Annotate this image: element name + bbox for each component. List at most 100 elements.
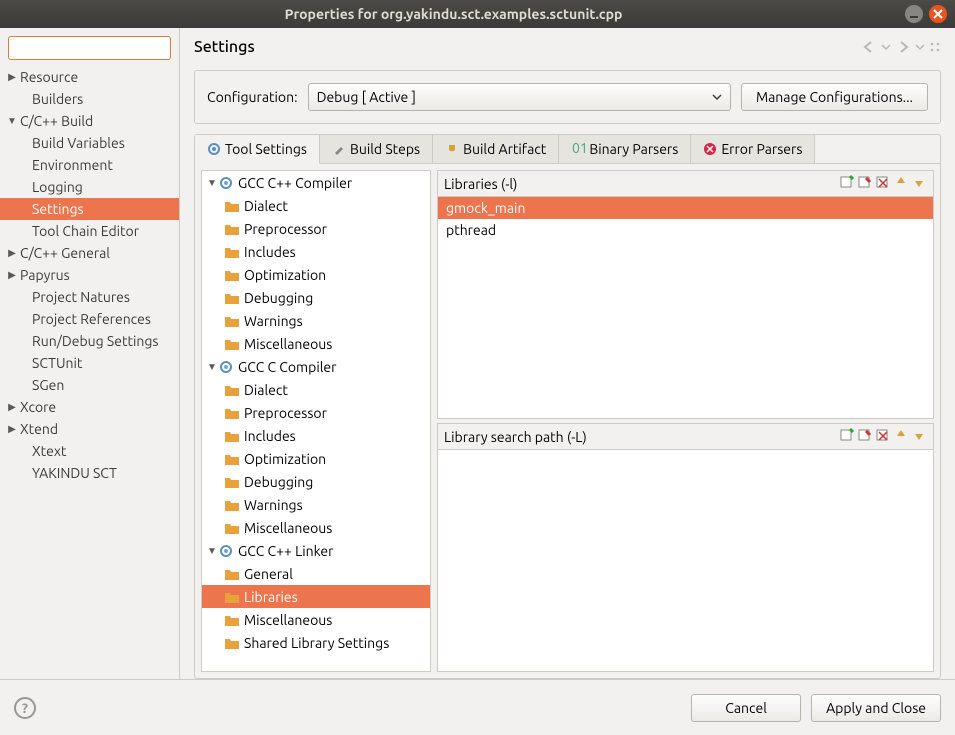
tree-item-dialect[interactable]: Dialect xyxy=(202,194,430,217)
list-item[interactable]: gmock_main xyxy=(438,197,933,219)
sidebar-item-label: Environment xyxy=(18,157,113,173)
nav-tree: ▶ResourceBuilders▼C/C++ BuildBuild Varia… xyxy=(0,66,179,671)
delete-icon[interactable] xyxy=(875,427,891,446)
add-icon[interactable] xyxy=(839,427,855,446)
forward-icon[interactable] xyxy=(895,40,911,54)
tool-settings-tree: ▼GCC C++ CompilerDialectPreprocessorIncl… xyxy=(201,170,431,672)
close-button[interactable] xyxy=(929,5,947,23)
move-up-icon[interactable] xyxy=(893,427,909,446)
sidebar-item-xtend[interactable]: ▶Xtend xyxy=(0,418,179,440)
tree-item-includes[interactable]: Includes xyxy=(202,424,430,447)
tree-item-miscellaneous[interactable]: Miscellaneous xyxy=(202,608,430,631)
tab-label: Tool Settings xyxy=(225,141,307,157)
filter-input[interactable] xyxy=(8,36,171,60)
apply-and-close-button[interactable]: Apply and Close xyxy=(811,694,941,722)
tab-build-artifact[interactable]: Build Artifact xyxy=(433,135,559,163)
tree-item-dialect[interactable]: Dialect xyxy=(202,378,430,401)
sidebar-item-label: Settings xyxy=(18,201,84,217)
sidebar-item-settings[interactable]: Settings xyxy=(0,198,179,220)
sidebar-item-tool-chain-editor[interactable]: Tool Chain Editor xyxy=(0,220,179,242)
sidebar-item-run-debug-settings[interactable]: Run/Debug Settings xyxy=(0,330,179,352)
sidebar-item-builders[interactable]: Builders xyxy=(0,88,179,110)
tree-item-gcc-c-compiler[interactable]: ▼GCC C++ Compiler xyxy=(202,171,430,194)
sidebar-item-xtext[interactable]: Xtext xyxy=(0,440,179,462)
sidebar-item-sgen[interactable]: SGen xyxy=(0,374,179,396)
tree-item-miscellaneous[interactable]: Miscellaneous xyxy=(202,332,430,355)
sidebar-item-sctunit[interactable]: SCTUnit xyxy=(0,352,179,374)
tree-item-label: Preprocessor xyxy=(244,405,327,421)
back-menu-icon[interactable] xyxy=(881,40,891,54)
minimize-button[interactable] xyxy=(905,5,923,23)
sidebar: ▶ResourceBuilders▼C/C++ BuildBuild Varia… xyxy=(0,28,180,679)
tree-item-includes[interactable]: Includes xyxy=(202,240,430,263)
tree-item-general[interactable]: General xyxy=(202,562,430,585)
tree-item-preprocessor[interactable]: Preprocessor xyxy=(202,217,430,240)
tree-item-debugging[interactable]: Debugging xyxy=(202,286,430,309)
sidebar-item-project-natures[interactable]: Project Natures xyxy=(0,286,179,308)
sidebar-item-label: SGen xyxy=(18,377,64,393)
add-icon[interactable] xyxy=(839,174,855,193)
forward-menu-icon[interactable] xyxy=(915,40,925,54)
sidebar-item-xcore[interactable]: ▶Xcore xyxy=(0,396,179,418)
tree-item-warnings[interactable]: Warnings xyxy=(202,493,430,516)
move-up-icon[interactable] xyxy=(893,174,909,193)
tree-item-label: Miscellaneous xyxy=(244,612,332,628)
sidebar-item-c-c-general[interactable]: ▶C/C++ General xyxy=(0,242,179,264)
manage-configurations-button[interactable]: Manage Configurations... xyxy=(741,83,928,111)
sidebar-item-resource[interactable]: ▶Resource xyxy=(0,66,179,88)
sidebar-item-papyrus[interactable]: ▶Papyrus xyxy=(0,264,179,286)
configuration-select[interactable]: Debug [ Active ] xyxy=(308,83,731,111)
sidebar-item-build-variables[interactable]: Build Variables xyxy=(0,132,179,154)
tree-item-gcc-c-compiler[interactable]: ▼GCC C Compiler xyxy=(202,355,430,378)
tree-item-optimization[interactable]: Optimization xyxy=(202,263,430,286)
cancel-button[interactable]: Cancel xyxy=(691,694,801,722)
tree-item-debugging[interactable]: Debugging xyxy=(202,470,430,493)
chevron-down-icon xyxy=(712,92,722,102)
tree-item-label: Warnings xyxy=(244,313,303,329)
tab-tool-settings[interactable]: Tool Settings xyxy=(195,135,320,164)
tree-item-shared-library-settings[interactable]: Shared Library Settings xyxy=(202,631,430,654)
library-search-path-list[interactable] xyxy=(438,450,933,671)
tree-item-libraries[interactable]: Libraries xyxy=(202,585,430,608)
tree-item-label: Dialect xyxy=(244,198,288,214)
move-down-icon[interactable] xyxy=(911,427,927,446)
view-menu-icon[interactable] xyxy=(929,40,941,54)
tab-error-parsers[interactable]: Error Parsers xyxy=(691,135,815,163)
minimize-icon xyxy=(909,9,919,19)
expand-arrow-icon: ▶ xyxy=(6,401,18,413)
sidebar-item-label: Resource xyxy=(18,69,78,85)
edit-icon[interactable] xyxy=(857,174,873,193)
tree-item-gcc-c-linker[interactable]: ▼GCC C++ Linker xyxy=(202,539,430,562)
expand-arrow-icon: ▶ xyxy=(6,269,18,281)
sidebar-item-yakindu-sct[interactable]: YAKINDU SCT xyxy=(0,462,179,484)
sidebar-item-label: Papyrus xyxy=(18,267,70,283)
help-icon[interactable]: ? xyxy=(14,697,36,719)
sidebar-item-project-references[interactable]: Project References xyxy=(0,308,179,330)
move-down-icon[interactable] xyxy=(911,174,927,193)
sidebar-item-logging[interactable]: Logging xyxy=(0,176,179,198)
sidebar-item-environment[interactable]: Environment xyxy=(0,154,179,176)
expand-arrow-icon: ▶ xyxy=(6,247,18,259)
tree-item-label: Optimization xyxy=(244,451,326,467)
sidebar-item-c-c-build[interactable]: ▼C/C++ Build xyxy=(0,110,179,132)
sidebar-item-label: Logging xyxy=(18,179,83,195)
library-search-path-header: Library search path (-L) xyxy=(444,429,839,445)
page-title: Settings xyxy=(194,38,861,56)
list-item[interactable]: pthread xyxy=(438,219,933,241)
tree-item-warnings[interactable]: Warnings xyxy=(202,309,430,332)
back-icon[interactable] xyxy=(861,40,877,54)
edit-icon[interactable] xyxy=(857,427,873,446)
tab-binary-parsers[interactable]: 01Binary Parsers xyxy=(559,135,691,163)
tab-build-steps[interactable]: Build Steps xyxy=(320,135,433,163)
tree-item-label: Optimization xyxy=(244,267,326,283)
tree-item-label: General xyxy=(244,566,293,582)
sidebar-item-label: Tool Chain Editor xyxy=(18,223,139,239)
tree-item-miscellaneous[interactable]: Miscellaneous xyxy=(202,516,430,539)
title-bar: Properties for org.yakindu.sct.examples.… xyxy=(0,0,955,28)
expand-arrow-icon: ▼ xyxy=(206,361,218,373)
libraries-list[interactable]: gmock_mainpthread xyxy=(438,197,933,418)
tree-item-optimization[interactable]: Optimization xyxy=(202,447,430,470)
tree-item-preprocessor[interactable]: Preprocessor xyxy=(202,401,430,424)
main-panel: Settings Configuration: Debug [ Active ]… xyxy=(180,28,955,679)
delete-icon[interactable] xyxy=(875,174,891,193)
